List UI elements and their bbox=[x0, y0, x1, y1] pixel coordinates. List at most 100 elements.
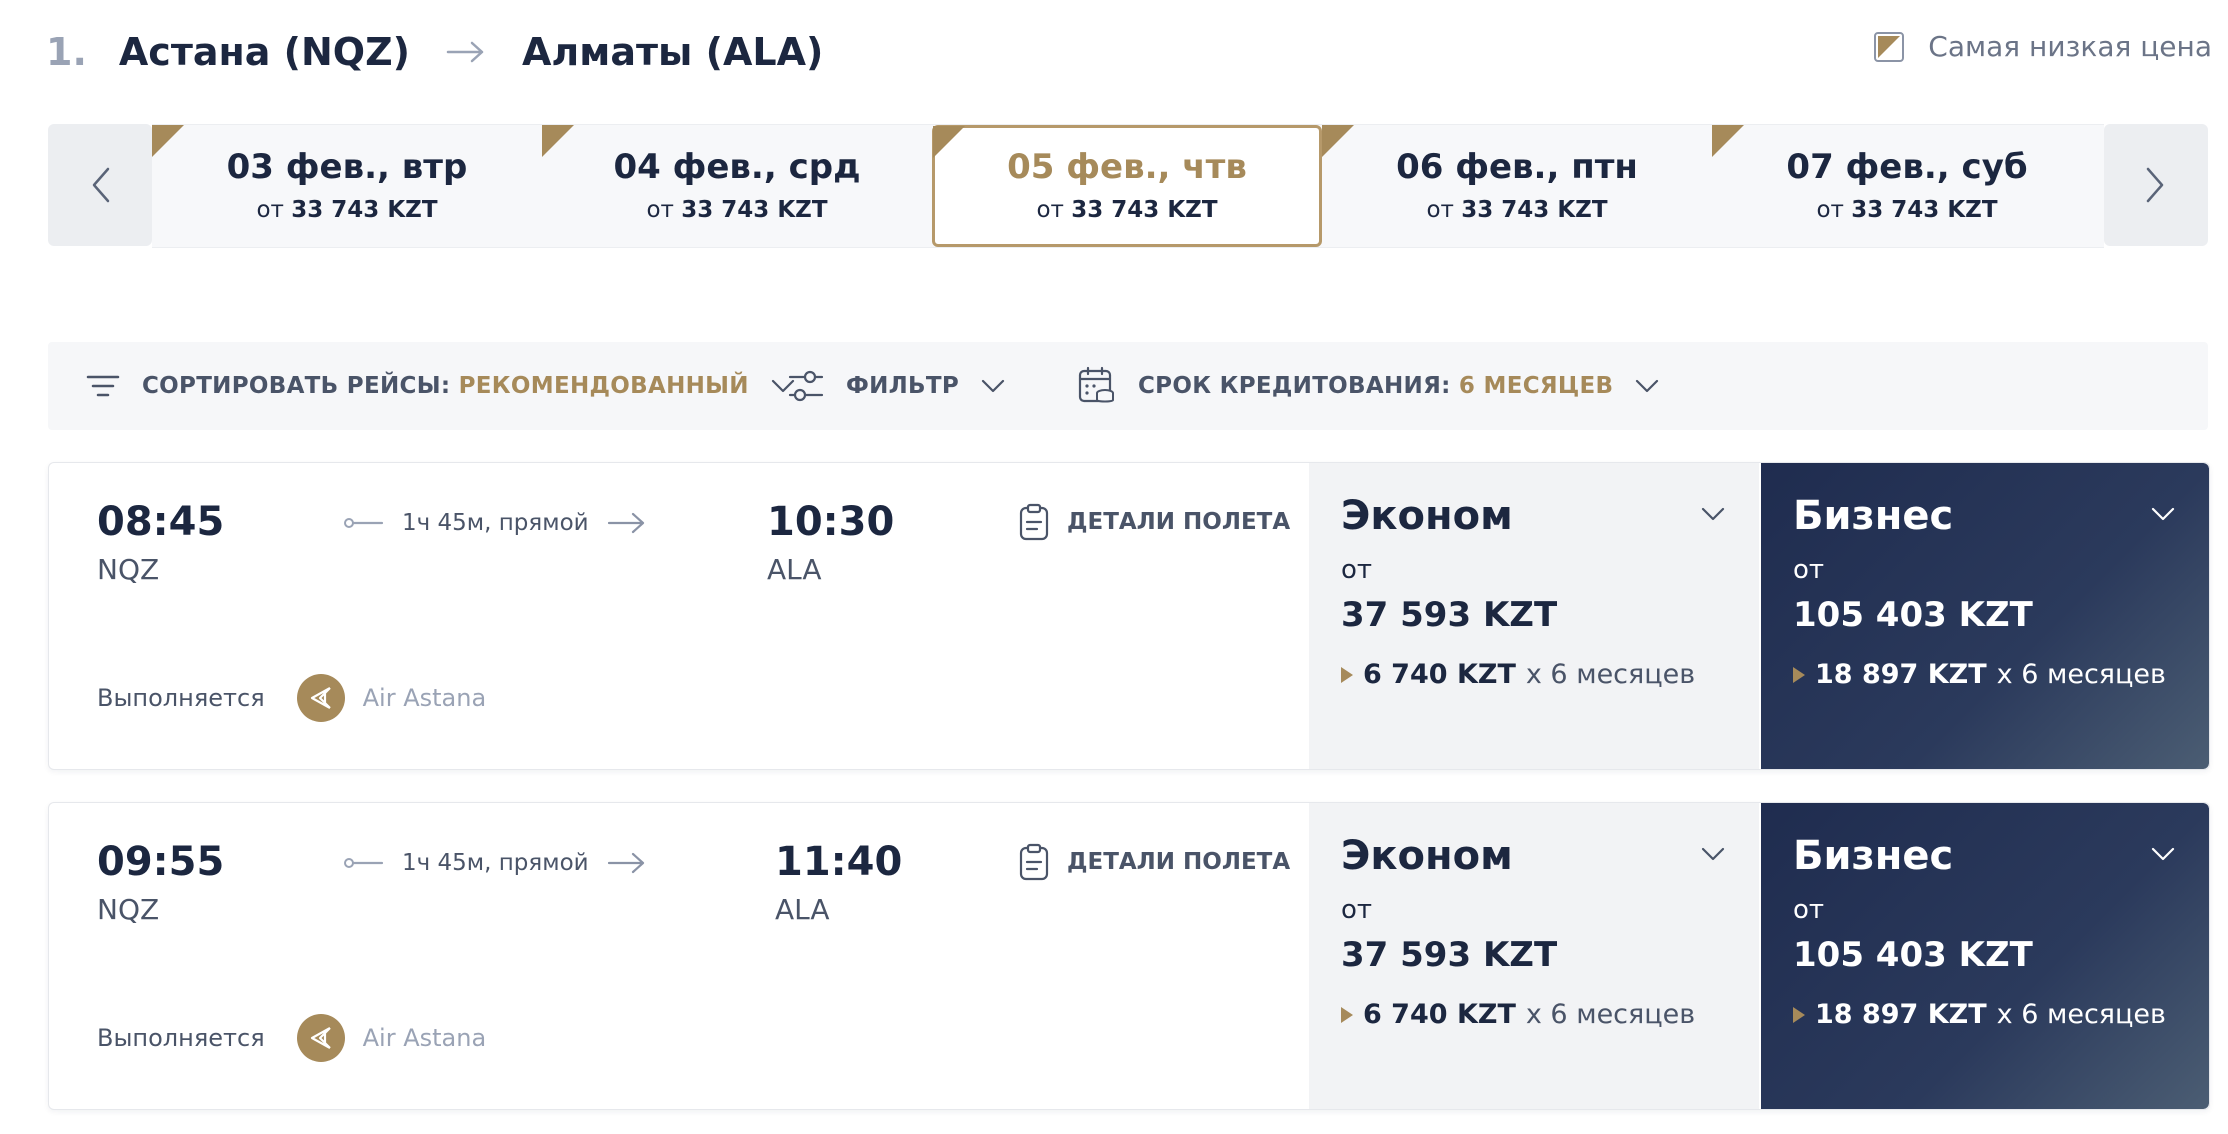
play-triangle-icon bbox=[1793, 1006, 1805, 1023]
arrow-right-icon bbox=[446, 40, 486, 64]
date-label: 03 фев., втр bbox=[226, 147, 468, 187]
route-header: 1. Астана (NQZ) Алматы (ALA) bbox=[46, 0, 823, 104]
date-price: от 33 743 KZT bbox=[1712, 197, 2102, 223]
filter-label: ФИЛЬТР bbox=[846, 373, 960, 399]
flight-card: 09:55 NQZ 1ч 45м, прямой 11:40 ALA ДЕТАЛ… bbox=[48, 802, 2210, 1110]
economy-fare[interactable]: Эконом от 37 593 KZT 6 740 KZT х 6 месяц… bbox=[1309, 463, 1759, 769]
calendar-coins-icon bbox=[1078, 366, 1114, 403]
air-astana-logo-icon bbox=[296, 1014, 345, 1062]
fare-price: 105 403 KZT bbox=[1793, 935, 2033, 975]
fare-price: 37 593 KZT bbox=[1341, 595, 1558, 635]
fare-from-label: от bbox=[1341, 555, 1373, 585]
arrival-airport-code: ALA bbox=[767, 553, 822, 586]
installment-suffix: х 6 месяцев bbox=[1996, 999, 2166, 1030]
sort-icon bbox=[86, 375, 120, 397]
business-fare[interactable]: Бизнес от 105 403 KZT 18 897 KZT х 6 мес… bbox=[1761, 463, 2209, 769]
chevron-down-icon[interactable] bbox=[2151, 507, 2175, 521]
credit-term-value: 6 МЕСЯЦЕВ bbox=[1458, 373, 1614, 399]
fare-price: 105 403 KZT bbox=[1793, 595, 2033, 635]
date-option[interactable]: 05 фев., чтв от 33 743 KZT bbox=[932, 125, 1322, 247]
lowest-price-label: Самая низкая цена bbox=[1928, 30, 2212, 63]
route-line-icon bbox=[344, 518, 384, 528]
flight-details-label: ДЕТАЛИ ПОЛЕТА bbox=[1067, 849, 1291, 875]
lowest-price-toggle[interactable]: Самая низкая цена bbox=[1874, 30, 2212, 63]
date-price-value: 33 743 KZT bbox=[681, 197, 828, 223]
departure-airport-code: NQZ bbox=[97, 553, 160, 586]
airline-name: Air Astana bbox=[362, 1024, 487, 1052]
installment-amount: 6 740 KZT bbox=[1363, 659, 1516, 690]
next-dates-button[interactable] bbox=[2104, 124, 2208, 246]
play-triangle-icon bbox=[1341, 666, 1353, 683]
date-price-prefix: от bbox=[1816, 197, 1844, 223]
arrival-time: 11:40 bbox=[775, 839, 903, 885]
chevron-down-icon[interactable] bbox=[1701, 507, 1725, 521]
arrow-right-icon bbox=[607, 512, 644, 534]
date-price-value: 33 743 KZT bbox=[1071, 197, 1218, 223]
fare-from-label: от bbox=[1341, 895, 1373, 925]
destination-city: Алматы (ALA) bbox=[522, 30, 824, 74]
play-triangle-icon bbox=[1341, 1006, 1353, 1023]
flight-duration: 1ч 45м, прямой bbox=[344, 503, 647, 543]
date-option[interactable]: 03 фев., втр от 33 743 KZT bbox=[152, 125, 542, 247]
date-price: от 33 743 KZT bbox=[542, 197, 932, 223]
operated-label: Выполняется bbox=[97, 684, 265, 712]
chevron-right-icon bbox=[2146, 167, 2164, 203]
installment-info: 6 740 KZT х 6 месяцев bbox=[1341, 659, 1695, 690]
departure-time: 08:45 bbox=[97, 499, 225, 545]
arrow-right-icon bbox=[607, 852, 644, 874]
arrival-airport-code: ALA bbox=[775, 893, 830, 926]
date-option[interactable]: 06 фев., птн от 33 743 KZT bbox=[1322, 125, 1712, 247]
chevron-left-icon bbox=[92, 167, 110, 203]
fare-class-title: Бизнес bbox=[1793, 833, 1954, 879]
chevron-down-icon[interactable] bbox=[2151, 847, 2175, 861]
duration-text: 1ч 45м, прямой bbox=[402, 510, 589, 536]
date-option[interactable]: 04 фев., срд от 33 743 KZT bbox=[542, 125, 932, 247]
airline-name: Air Astana bbox=[362, 684, 487, 712]
arrival-time: 10:30 bbox=[767, 499, 895, 545]
credit-term-dropdown[interactable]: СРОК КРЕДИТОВАНИЯ: 6 МЕСЯЦЕВ bbox=[1078, 342, 1659, 430]
departure-airport-code: NQZ bbox=[97, 893, 160, 926]
chevron-down-icon[interactable] bbox=[1701, 847, 1725, 861]
operated-by: Выполняется Air Astana bbox=[97, 1013, 486, 1063]
fare-class-title: Бизнес bbox=[1793, 493, 1954, 539]
operated-label: Выполняется bbox=[97, 1024, 265, 1052]
date-price-prefix: от bbox=[1426, 197, 1454, 223]
fare-from-label: от bbox=[1793, 555, 1825, 585]
filter-dropdown[interactable]: ФИЛЬТР bbox=[788, 342, 1005, 430]
installment-amount: 18 897 KZT bbox=[1815, 999, 1987, 1030]
installment-amount: 6 740 KZT bbox=[1363, 999, 1516, 1030]
installment-suffix: х 6 месяцев bbox=[1996, 659, 2166, 690]
installment-suffix: х 6 месяцев bbox=[1525, 659, 1696, 690]
results-toolbar: СОРТИРОВАТЬ РЕЙСЫ: РЕКОМЕНДОВАННЫЙ ФИЛЬТ… bbox=[48, 342, 2208, 430]
installment-info: 6 740 KZT х 6 месяцев bbox=[1341, 999, 1695, 1030]
fare-class-title: Эконом bbox=[1341, 493, 1513, 539]
date-price: от 33 743 KZT bbox=[1322, 197, 1712, 223]
flight-details-link[interactable]: ДЕТАЛИ ПОЛЕТА bbox=[1019, 499, 1290, 545]
chevron-down-icon bbox=[1636, 379, 1659, 393]
play-triangle-icon bbox=[1793, 666, 1805, 683]
date-price-value: 33 743 KZT bbox=[1461, 197, 1608, 223]
date-label: 04 фев., срд bbox=[613, 147, 861, 187]
fare-price: 37 593 KZT bbox=[1341, 935, 1558, 975]
date-price-prefix: от bbox=[256, 197, 284, 223]
flight-card: 08:45 NQZ 1ч 45м, прямой 10:30 ALA ДЕТАЛ… bbox=[48, 462, 2210, 770]
prev-dates-button[interactable] bbox=[48, 124, 152, 246]
installment-suffix: х 6 месяцев bbox=[1525, 999, 1696, 1030]
installment-amount: 18 897 KZT bbox=[1815, 659, 1987, 690]
route-line-icon bbox=[344, 858, 384, 868]
fare-class-title: Эконом bbox=[1341, 833, 1513, 879]
flight-details-link[interactable]: ДЕТАЛИ ПОЛЕТА bbox=[1019, 839, 1290, 885]
lowest-price-checkbox[interactable] bbox=[1874, 31, 1905, 62]
date-price-value: 33 743 KZT bbox=[1851, 197, 1998, 223]
business-fare[interactable]: Бизнес от 105 403 KZT 18 897 KZT х 6 мес… bbox=[1761, 803, 2209, 1109]
installment-info: 18 897 KZT х 6 месяцев bbox=[1793, 999, 2166, 1030]
installment-info: 18 897 KZT х 6 месяцев bbox=[1793, 659, 2166, 690]
economy-fare[interactable]: Эконом от 37 593 KZT 6 740 KZT х 6 месяц… bbox=[1309, 803, 1759, 1109]
date-option[interactable]: 07 фев., суб от 33 743 KZT bbox=[1712, 125, 2102, 247]
clipboard-icon bbox=[1019, 843, 1049, 881]
date-price: от 33 743 KZT bbox=[935, 197, 1319, 223]
sort-dropdown[interactable]: СОРТИРОВАТЬ РЕЙСЫ: РЕКОМЕНДОВАННЫЙ bbox=[86, 342, 795, 430]
flight-duration: 1ч 45м, прямой bbox=[344, 843, 647, 883]
date-price-value: 33 743 KZT bbox=[291, 197, 438, 223]
clipboard-icon bbox=[1019, 503, 1049, 541]
